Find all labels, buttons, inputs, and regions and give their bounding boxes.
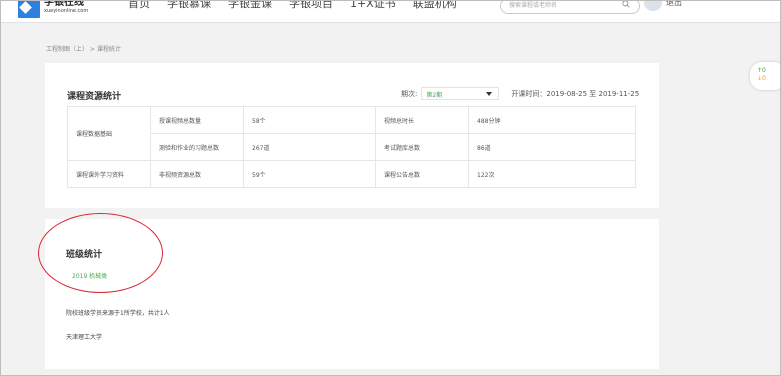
nav-home[interactable]: 首页 <box>128 0 150 12</box>
logo-text: 学银在线 xueyinonline.com <box>44 0 88 15</box>
site-logo[interactable]: 学银在线 xueyinonline.com <box>18 0 88 20</box>
nav-gold-course[interactable]: 学银金课 <box>228 0 272 12</box>
nav-projects[interactable]: 学银项目 <box>289 0 333 12</box>
term-select[interactable]: 第2期 <box>421 87 500 100</box>
logout-link[interactable]: 退出 <box>666 0 682 9</box>
class-stats-card: 班级统计 2019 机械类 院校班级学员来源于1所学校，共计1人 天津理工大学 <box>45 219 659 369</box>
course-time-label: 开课时间： <box>511 89 547 98</box>
row-category: 课程数据基础 <box>67 106 151 161</box>
stat-label: 非视频资源总数 <box>150 160 244 188</box>
resource-stats-card: 课程资源统计 期次: 第2期 开课时间：2019-08-25 至 2019-11… <box>45 63 659 208</box>
stat-value: 122次 <box>468 160 636 188</box>
logo-url: xueyinonline.com <box>44 8 89 14</box>
breadcrumb-current: 课程统计 <box>96 46 121 53</box>
breadcrumb-separator: > <box>88 46 97 53</box>
stat-value: 59个 <box>243 160 376 188</box>
logo-name: 学银在线 <box>44 0 84 8</box>
downvote-count: ↓0 <box>757 75 766 82</box>
main-nav: 首页 学银慕课 学银金课 学银项目 1+X证书 联盟机构 <box>128 0 474 12</box>
course-time-value: 2019-08-25 至 2019-11-25 <box>546 89 640 98</box>
search-box[interactable] <box>500 0 640 14</box>
top-navigation-bar: 学银在线 xueyinonline.com 首页 学银慕课 学银金课 学银项目 … <box>0 0 781 23</box>
class-tab[interactable]: 2019 机械类 <box>72 271 107 280</box>
school-name: 天津理工大学 <box>66 334 103 341</box>
term-filter: 期次: 第2期 开课时间：2019-08-25 至 2019-11-25 <box>401 87 639 100</box>
class-stats-title: 班级统计 <box>66 250 103 260</box>
logo-icon <box>18 0 40 18</box>
table-row: 课程数据基础 授课视频总数量 58个 视频总时长 488分钟 <box>67 106 636 161</box>
breadcrumb-course-link[interactable]: 工程制图（上） <box>46 46 88 53</box>
row-category: 课程课外学习资料 <box>67 160 151 188</box>
stat-label: 考试题库总数 <box>375 133 469 161</box>
stat-value: 86道 <box>468 133 636 161</box>
class-summary: 院校班级学员来源于1所学校，共计1人 <box>66 310 170 317</box>
stat-value: 267道 <box>243 133 376 161</box>
stat-label: 课程公告总数 <box>375 160 469 188</box>
breadcrumb: 工程制图（上） > 课程统计 <box>46 44 121 53</box>
nav-certificate[interactable]: 1+X证书 <box>350 0 396 12</box>
search-input[interactable] <box>509 0 609 12</box>
upvote-count: ↑0 <box>757 67 766 74</box>
term-label: 期次: <box>401 89 418 98</box>
floating-counter-widget[interactable]: ↑0 ↓0 <box>750 62 781 90</box>
nav-mooc[interactable]: 学银慕课 <box>167 0 211 12</box>
resource-stats-table: 课程数据基础 授课视频总数量 58个 视频总时长 488分钟 测验和作业的习题总… <box>67 106 636 188</box>
term-selected-value: 第2期 <box>426 92 443 99</box>
nav-alliance[interactable]: 联盟机构 <box>413 0 457 12</box>
stat-value: 488分钟 <box>468 106 636 134</box>
stat-label: 视频总时长 <box>375 106 469 134</box>
course-time: 开课时间：2019-08-25 至 2019-11-25 <box>511 89 639 99</box>
stat-label: 测验和作业的习题总数 <box>150 133 244 161</box>
stat-label: 授课视频总数量 <box>150 106 244 134</box>
search-icon[interactable] <box>622 0 630 8</box>
resource-stats-title: 课程资源统计 <box>67 92 122 102</box>
table-row: 测验和作业的习题总数 267道 考试题库总数 86道 <box>68 133 636 161</box>
avatar[interactable] <box>644 0 662 11</box>
stat-value: 58个 <box>243 106 376 134</box>
table-row: 课程课外学习资料 非视频资源总数 59个 课程公告总数 122次 <box>67 160 636 188</box>
chevron-down-icon <box>486 92 493 96</box>
